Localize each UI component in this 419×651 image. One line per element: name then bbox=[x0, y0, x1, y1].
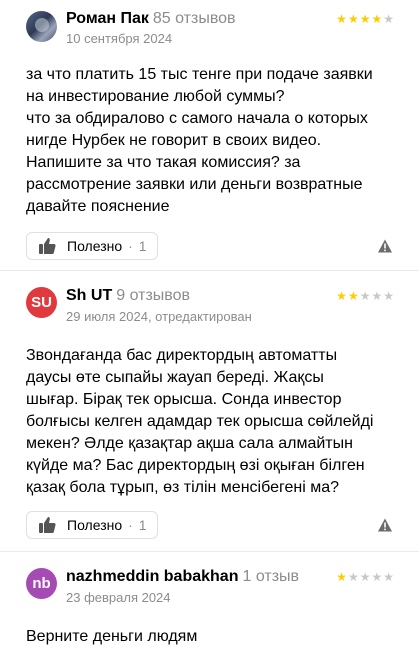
review-header: nb nazhmeddin babakhan 1 отзыв 23 февраля… bbox=[26, 552, 395, 618]
star-icon: ★ bbox=[371, 12, 384, 26]
helpful-count: 1 bbox=[138, 517, 147, 533]
helpful-label: Полезно bbox=[67, 238, 123, 254]
star-icon: ★ bbox=[383, 570, 395, 584]
separator-dot: · bbox=[128, 238, 133, 254]
warning-triangle-icon[interactable] bbox=[377, 517, 393, 533]
star-icon: ★ bbox=[371, 289, 384, 303]
star-icon: ★ bbox=[359, 289, 372, 303]
star-icon: ★ bbox=[336, 289, 348, 303]
review-header: Роман Пак 85 отзывов 10 сентября 2024 ★★★… bbox=[26, 0, 395, 58]
review-card: SU Sh UT 9 отзывов 29 июля 2024, отредакт… bbox=[0, 270, 419, 551]
review-actions: Полезно · 1 bbox=[26, 511, 395, 541]
star-icon: ★ bbox=[371, 570, 384, 584]
author-name[interactable]: nazhmeddin babakhan bbox=[66, 568, 238, 585]
review-card: nb nazhmeddin babakhan 1 отзыв 23 февраля… bbox=[0, 551, 419, 651]
author-reviews-count[interactable]: 85 отзывов bbox=[153, 10, 236, 27]
author-reviews-count[interactable]: 9 отзывов bbox=[116, 287, 190, 304]
helpful-button[interactable]: Полезно · 1 bbox=[26, 232, 158, 260]
warning-triangle-icon[interactable] bbox=[377, 238, 393, 254]
review-date: 29 июля 2024, отредактирован bbox=[66, 309, 252, 324]
star-icon: ★ bbox=[336, 570, 348, 584]
author-reviews-count[interactable]: 1 отзыв bbox=[242, 568, 299, 585]
review-text: за что платить 15 тыс тенге при подаче з… bbox=[26, 66, 373, 215]
rating-stars: ★★★★★ bbox=[336, 289, 395, 303]
helpful-count: 1 bbox=[138, 238, 147, 254]
thumbs-up-icon bbox=[39, 517, 56, 533]
review-text: Верните деньги людям bbox=[26, 628, 198, 645]
star-icon: ★ bbox=[383, 289, 395, 303]
helpful-label: Полезно bbox=[67, 517, 123, 533]
author-name[interactable]: Роман Пак bbox=[66, 10, 149, 27]
avatar[interactable]: SU bbox=[26, 287, 57, 318]
star-icon: ★ bbox=[359, 570, 372, 584]
star-icon: ★ bbox=[347, 570, 360, 584]
review-date: 10 сентября 2024 bbox=[66, 31, 173, 46]
separator-dot: · bbox=[128, 517, 133, 533]
star-icon: ★ bbox=[347, 12, 360, 26]
rating-stars: ★★★★★ bbox=[336, 12, 395, 26]
avatar[interactable] bbox=[26, 11, 57, 42]
helpful-button[interactable]: Полезно · 1 bbox=[26, 511, 158, 539]
review-text: Звондағанда бас директордың автоматты да… bbox=[26, 347, 374, 496]
review-card: Роман Пак 85 отзывов 10 сентября 2024 ★★★… bbox=[0, 0, 419, 270]
review-actions: Полезно · 1 bbox=[26, 232, 395, 262]
author-line: Sh UT 9 отзывов bbox=[66, 287, 190, 305]
star-icon: ★ bbox=[336, 12, 348, 26]
star-icon: ★ bbox=[383, 12, 395, 26]
avatar-initials: SU bbox=[31, 294, 52, 311]
rating-stars: ★★★★★ bbox=[336, 570, 395, 584]
review-header: SU Sh UT 9 отзывов 29 июля 2024, отредакт… bbox=[26, 271, 395, 337]
star-icon: ★ bbox=[359, 12, 372, 26]
avatar[interactable]: nb bbox=[26, 568, 57, 599]
avatar-initials: nb bbox=[32, 575, 51, 592]
star-icon: ★ bbox=[347, 289, 360, 303]
review-date: 23 февраля 2024 bbox=[66, 590, 171, 605]
thumbs-up-icon bbox=[39, 238, 56, 254]
author-name[interactable]: Sh UT bbox=[66, 287, 112, 304]
author-line: Роман Пак 85 отзывов bbox=[66, 10, 236, 28]
author-line: nazhmeddin babakhan 1 отзыв bbox=[66, 568, 299, 586]
